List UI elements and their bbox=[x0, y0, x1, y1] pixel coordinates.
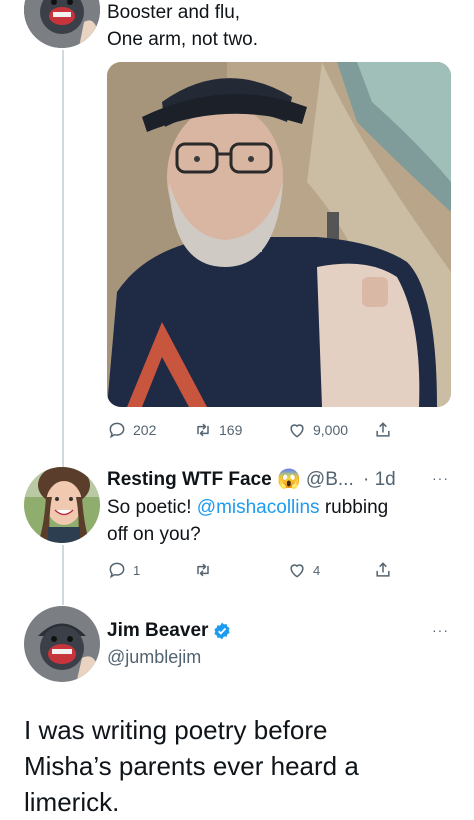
tweet1-like-button[interactable]: 9,000 bbox=[287, 420, 348, 440]
reply-icon bbox=[109, 422, 125, 439]
reply-header: Resting WTF Face 😱 @B... · 1d bbox=[107, 467, 457, 493]
main-handle[interactable]: @jumblejim bbox=[107, 647, 201, 668]
main-tweet-body: I was writing poetry before Misha’s pare… bbox=[24, 712, 359, 820]
tweet1-text-line1: Booster and flu, bbox=[107, 2, 241, 23]
reply-author-name[interactable]: Resting WTF Face bbox=[107, 469, 272, 490]
tweet1-reply-button[interactable]: 202 bbox=[107, 420, 156, 440]
reply-text-line1: So poetic! @mishacollins rubbing bbox=[107, 495, 388, 521]
thread-line-1 bbox=[62, 50, 64, 468]
heart-icon bbox=[290, 564, 304, 578]
mention-link[interactable]: @mishacollins bbox=[197, 497, 320, 518]
reply-text-before: So poetic! bbox=[107, 497, 197, 518]
reply-like-count: 4 bbox=[313, 562, 321, 578]
tweet1-reply-count: 202 bbox=[133, 422, 157, 438]
tweet1-like-count: 9,000 bbox=[313, 422, 349, 438]
reply-retweet-button[interactable] bbox=[193, 560, 213, 580]
reply-text-after: rubbing bbox=[319, 497, 389, 518]
reply-icon bbox=[109, 562, 125, 579]
reply-like-button[interactable]: 4 bbox=[287, 560, 320, 580]
reply-time[interactable]: · 1d bbox=[363, 469, 396, 490]
reply-more-button[interactable]: ··· bbox=[432, 470, 449, 486]
tweet1-photo[interactable] bbox=[107, 62, 451, 407]
main-author-name[interactable]: Jim Beaver bbox=[107, 620, 208, 642]
avatar-resting-wtf-face[interactable] bbox=[24, 467, 100, 543]
reply-reply-count: 1 bbox=[133, 562, 141, 578]
main-author-row: Jim Beaver bbox=[107, 620, 232, 642]
retweet-icon bbox=[197, 563, 209, 577]
share-icon bbox=[376, 562, 390, 577]
tweet1-retweet-button[interactable]: 169 bbox=[193, 420, 242, 440]
main-body-line3: limerick. bbox=[24, 787, 120, 817]
main-body-line1: I was writing poetry before bbox=[24, 715, 328, 745]
tweet1-actions: 202 169 9,000 bbox=[107, 420, 451, 442]
main-more-button[interactable]: ··· bbox=[432, 622, 449, 638]
heart-icon bbox=[290, 424, 304, 438]
reply-actions: 1 4 bbox=[107, 560, 451, 582]
avatar-jim-beaver-top[interactable] bbox=[24, 0, 100, 48]
tweet1-retweet-count: 169 bbox=[219, 422, 243, 438]
verified-badge-icon bbox=[214, 622, 230, 640]
reply-handle[interactable]: @B... bbox=[306, 469, 354, 490]
tweet1-text-line2: One arm, not two. bbox=[107, 29, 259, 50]
reply-share-button[interactable] bbox=[373, 560, 393, 580]
scream-emoji: 😱 bbox=[276, 469, 301, 490]
main-body-line2: Misha’s parents ever heard a bbox=[24, 751, 359, 781]
tweet1-share-button[interactable] bbox=[373, 420, 393, 440]
retweet-icon bbox=[197, 423, 209, 437]
reply-text-line2: off on you? bbox=[107, 524, 201, 545]
thread-line-2 bbox=[62, 545, 64, 605]
avatar-jim-beaver[interactable] bbox=[24, 606, 100, 682]
reply-reply-button[interactable]: 1 bbox=[107, 560, 140, 580]
share-icon bbox=[376, 422, 390, 437]
